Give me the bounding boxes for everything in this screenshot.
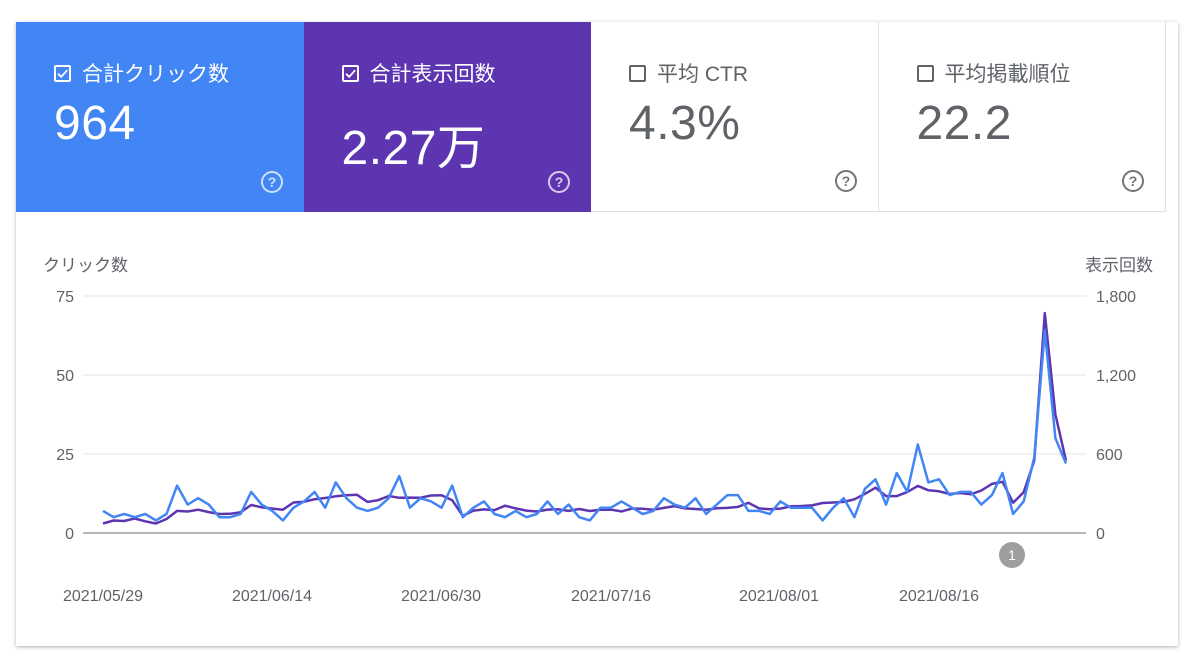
svg-text:?: ?: [841, 173, 850, 189]
y2-tick-label: 1,800: [1096, 289, 1136, 306]
help-icon[interactable]: ?: [260, 170, 284, 194]
annotation-label: 1: [1008, 547, 1016, 563]
checkbox-checked-icon[interactable]: [341, 64, 359, 82]
x-tick-label: 2021/06/14: [232, 588, 312, 605]
tile-total-clicks[interactable]: 合計クリック数 964 ?: [16, 22, 304, 212]
tile-header: 合計クリック数: [54, 58, 229, 88]
tile-value: 964: [54, 97, 136, 150]
x-tick-label: 2021/06/30: [401, 588, 481, 605]
tile-label: 平均 CTR: [657, 63, 748, 86]
tile-header: 平均 CTR: [629, 58, 748, 88]
tile-header: 平均掲載順位: [916, 58, 1071, 88]
svg-text:?: ?: [1129, 173, 1138, 189]
y-tick-label: 0: [65, 526, 74, 543]
performance-chart: クリック数 表示回数 0 25 50 75 0 600 1,200 1,800 2021/0…: [16, 212, 1178, 646]
tile-average-ctr[interactable]: 平均 CTR 4.3% ?: [591, 22, 879, 212]
x-tick-label: 2021/08/01: [739, 588, 819, 605]
tile-value: 2.27万: [341, 122, 486, 175]
tile-label: 合計表示回数: [369, 63, 496, 86]
help-icon[interactable]: ?: [834, 169, 858, 193]
performance-card: 合計クリック数 964 ? 合計表示回数 2.27万 ? 平均 CTR 4.3%…: [16, 22, 1178, 646]
x-tick-label: 2021/08/16: [899, 588, 979, 605]
impressions-series-line: [102, 311, 1068, 525]
y2-tick-label: 1,200: [1096, 368, 1136, 385]
tile-average-position[interactable]: 平均掲載順位 22.2 ?: [878, 22, 1166, 212]
tile-value: 22.2: [916, 97, 1012, 150]
tile-total-impressions[interactable]: 合計表示回数 2.27万 ?: [303, 22, 591, 212]
y2-tick-label: 0: [1096, 526, 1105, 543]
left-axis-title: クリック数: [43, 256, 128, 275]
annotation-marker[interactable]: 1: [999, 542, 1025, 568]
right-axis-title: 表示回数: [1085, 256, 1153, 275]
y-tick-label: 50: [56, 368, 74, 385]
y-tick-label: 25: [56, 447, 74, 464]
help-icon[interactable]: ?: [1121, 169, 1145, 193]
y2-tick-label: 600: [1096, 447, 1123, 464]
svg-text:?: ?: [555, 174, 564, 190]
checkbox-checked-icon[interactable]: [54, 64, 71, 82]
y-tick-label: 75: [56, 289, 74, 306]
metric-tiles: 合計クリック数 964 ? 合計表示回数 2.27万 ? 平均 CTR 4.3%…: [16, 22, 1166, 212]
checkbox-unchecked-icon[interactable]: [629, 64, 646, 82]
clicks-series-line: [102, 329, 1068, 522]
x-tick-label: 2021/05/29: [63, 588, 143, 605]
line-chart: クリック数 表示回数 0 25 50 75 0 600 1,200 1,800 2021/0…: [43, 256, 1153, 605]
svg-text:?: ?: [267, 174, 276, 190]
x-tick-label: 2021/07/16: [571, 588, 651, 605]
tile-label: 合計クリック数: [82, 63, 229, 86]
tile-label: 平均掲載順位: [944, 63, 1071, 86]
help-icon[interactable]: ?: [547, 170, 571, 194]
checkbox-unchecked-icon[interactable]: [916, 64, 934, 82]
tile-header: 合計表示回数: [341, 58, 496, 88]
tile-value: 4.3%: [629, 97, 741, 150]
